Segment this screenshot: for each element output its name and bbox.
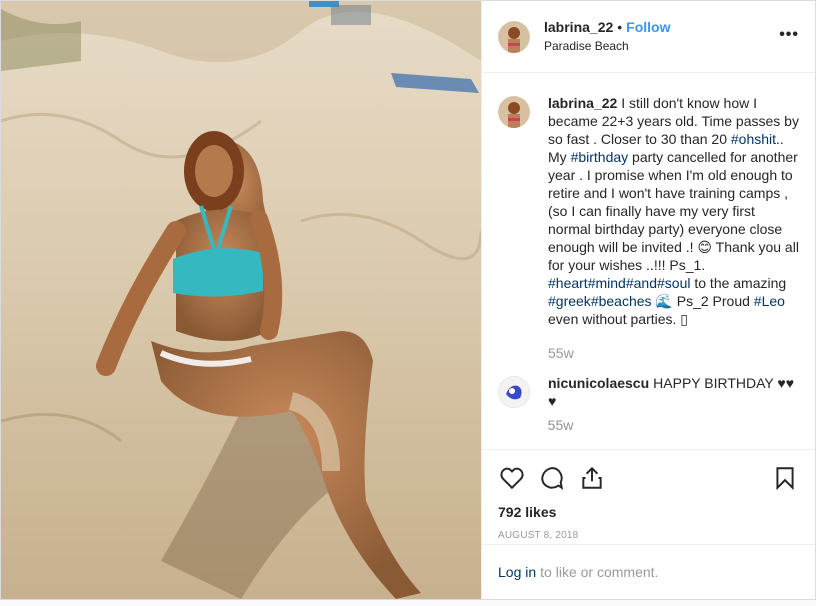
hashtag-link[interactable]: #heart bbox=[548, 275, 588, 291]
caption-segment: 🌊 Ps_2 Proud bbox=[651, 293, 754, 309]
hashtag-link[interactable]: #ohshit bbox=[731, 131, 776, 147]
location-link[interactable]: Paradise Beach bbox=[544, 38, 671, 55]
comment-item: nicunicolaescu HAPPY BIRTHDAY ♥♥ ♥ bbox=[498, 374, 799, 410]
share-icon[interactable] bbox=[578, 464, 606, 492]
post-side-panel: labrina_22 • Follow Paradise Beach ••• lab… bbox=[481, 1, 815, 599]
caption-text: I still don't know how I became 22+3 yea… bbox=[548, 95, 799, 327]
hashtag-link[interactable]: #Leo bbox=[754, 293, 785, 309]
login-prompt: Log in to like or comment. bbox=[482, 544, 815, 599]
hashtag-link[interactable]: #and bbox=[626, 275, 657, 291]
caption-comment: labrina_22 I still don't know how I becam… bbox=[498, 94, 799, 362]
comment-body: 55w bbox=[548, 416, 799, 434]
hashtag-link[interactable]: #beaches bbox=[591, 293, 652, 309]
caption-segment: party cancelled for another year . I pro… bbox=[548, 149, 799, 273]
hashtag-link[interactable]: #soul bbox=[657, 275, 690, 291]
separator-dot: • bbox=[617, 18, 623, 35]
post-photo[interactable] bbox=[1, 1, 481, 599]
comment-body: nicunicolaescu HAPPY BIRTHDAY ♥♥ ♥ bbox=[548, 374, 799, 410]
comment-username[interactable]: nicunicolaescu bbox=[548, 375, 649, 391]
caption-segment: to the amazing bbox=[690, 275, 787, 291]
heart-icon[interactable] bbox=[498, 464, 526, 492]
post-card: labrina_22 • Follow Paradise Beach ••• lab… bbox=[0, 0, 816, 600]
comment-text: 55w bbox=[547, 417, 574, 433]
hashtag-link[interactable]: #mind bbox=[588, 275, 626, 291]
comment-icon[interactable] bbox=[538, 464, 566, 492]
avatar[interactable] bbox=[498, 96, 530, 128]
avatar[interactable] bbox=[498, 20, 530, 53]
comment-item: 55w bbox=[498, 416, 799, 434]
commenter-avatar[interactable] bbox=[498, 376, 530, 408]
bookmark-icon[interactable] bbox=[771, 464, 799, 492]
login-text: to like or comment. bbox=[540, 564, 659, 580]
caption-body: labrina_22 I still don't know how I becam… bbox=[548, 94, 799, 362]
header-username[interactable]: labrina_22 bbox=[544, 19, 613, 35]
follow-button[interactable]: Follow bbox=[626, 19, 670, 35]
beach-photo-image bbox=[1, 1, 481, 599]
login-link[interactable]: Log in bbox=[498, 564, 536, 580]
hashtag-link[interactable]: #greek bbox=[548, 293, 591, 309]
caption-time: 55w bbox=[548, 345, 574, 361]
post-actions: 792 likes AUGUST 8, 2018 bbox=[482, 449, 815, 541]
caption-username[interactable]: labrina_22 bbox=[548, 95, 617, 111]
post-header: labrina_22 • Follow Paradise Beach ••• bbox=[482, 1, 815, 73]
hashtag-link[interactable]: #birthday bbox=[571, 149, 629, 165]
comments-section: labrina_22 I still don't know how I becam… bbox=[482, 74, 815, 449]
caption-segment: even without parties. ▯ bbox=[548, 311, 688, 327]
likes-count[interactable]: 792 likes bbox=[498, 504, 799, 520]
post-date: AUGUST 8, 2018 bbox=[498, 530, 579, 541]
more-options-icon[interactable]: ••• bbox=[779, 27, 799, 43]
